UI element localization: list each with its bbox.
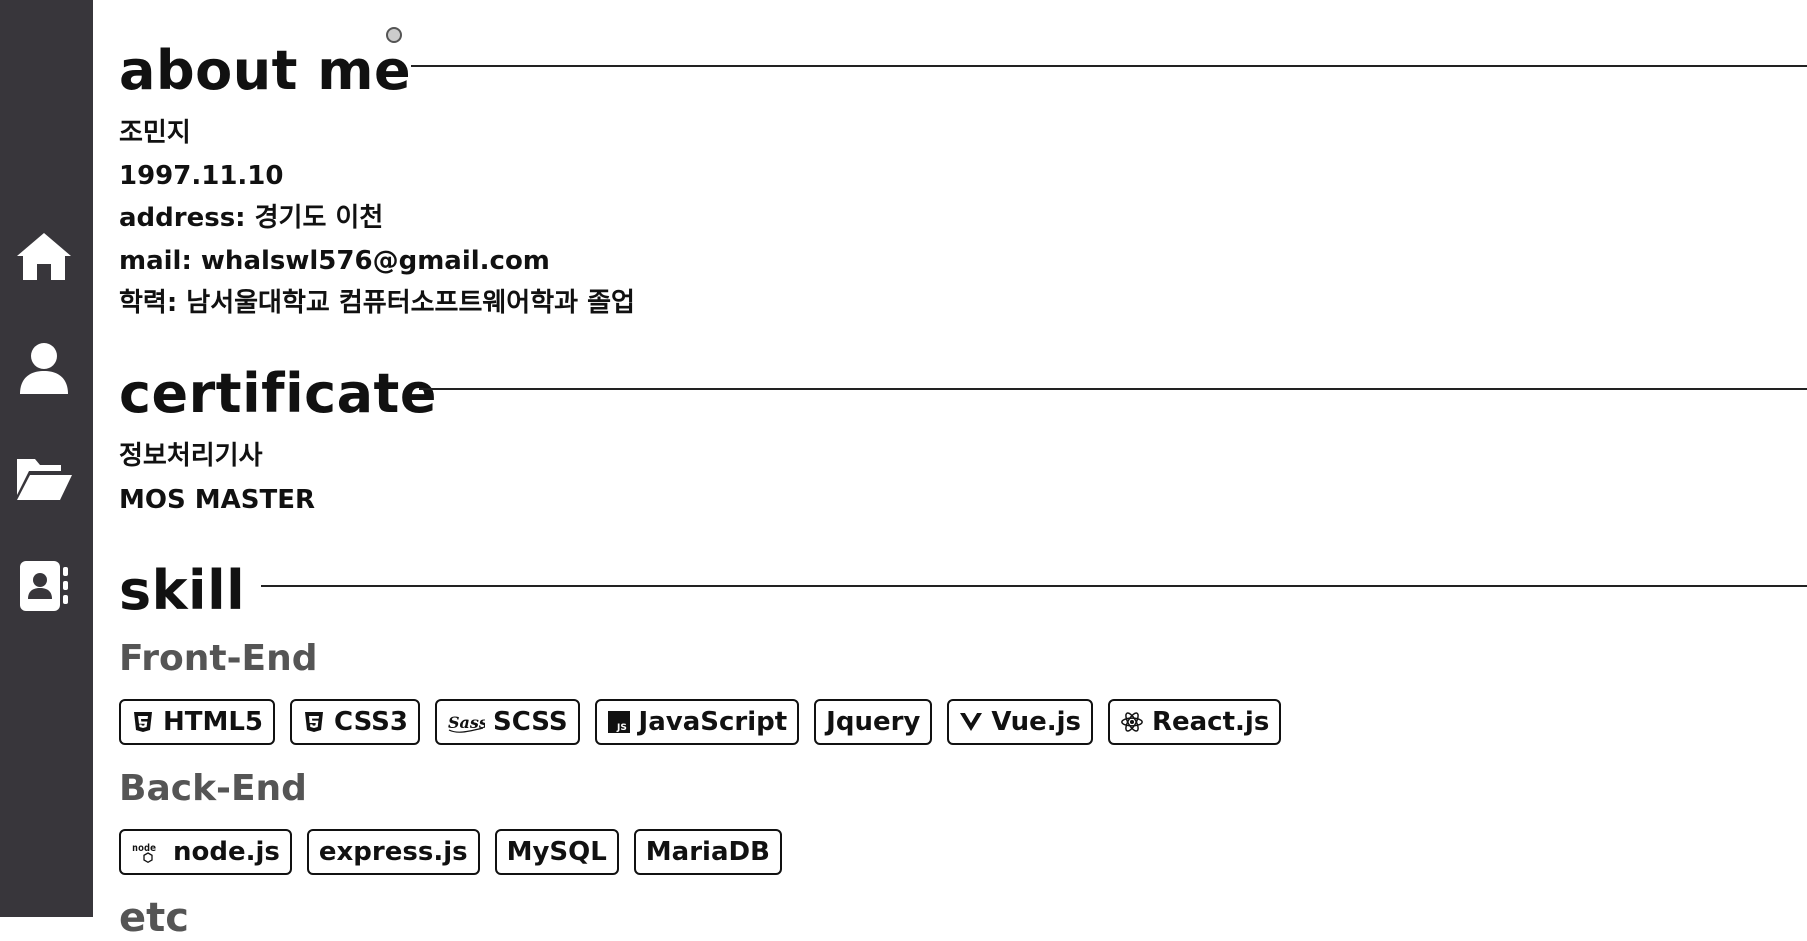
home-icon[interactable] — [14, 228, 74, 284]
certificate-item: MOS MASTER — [119, 487, 315, 513]
section-title-about: about me — [119, 44, 411, 98]
html5-icon — [131, 710, 155, 734]
skill-frontend-label: Front-End — [119, 641, 318, 677]
section-divider — [419, 388, 1807, 390]
section-divider — [261, 585, 1807, 587]
skill-chip-html5: HTML5 — [119, 699, 275, 745]
profile-mail: mail: whalswl576@gmail.com — [119, 248, 550, 274]
main-content: about me 조민지 1997.11.10 address: 경기도 이천 … — [119, 0, 1807, 917]
skill-chip-jquery: Jquery — [814, 699, 932, 745]
skill-backend-label: Back-End — [119, 771, 307, 807]
skill-chip-label: React.js — [1152, 707, 1269, 737]
profile-birthdate: 1997.11.10 — [119, 163, 283, 189]
skill-chip-label: express.js — [319, 837, 468, 867]
backend-skill-list: node node.js express.js MySQL MariaDB — [119, 829, 782, 875]
frontend-skill-list: HTML5 CSS3 Sass SCSS JS JavaScript Jquer… — [119, 699, 1281, 745]
folder-open-icon[interactable] — [14, 450, 74, 506]
vue-icon — [959, 710, 983, 734]
skill-chip-javascript: JS JavaScript — [595, 699, 800, 745]
section-title-skill: skill — [119, 564, 245, 618]
skill-chip-vue: Vue.js — [947, 699, 1093, 745]
skill-chip-react: React.js — [1108, 699, 1281, 745]
skill-chip-mariadb: MariaDB — [634, 829, 782, 875]
skill-chip-label: MySQL — [507, 837, 607, 867]
skill-chip-css3: CSS3 — [290, 699, 420, 745]
certificate-item: 정보처리기사 — [119, 443, 263, 469]
skill-chip-label: HTML5 — [163, 707, 263, 737]
skill-chip-label: node.js — [173, 837, 280, 867]
section-divider — [411, 65, 1807, 67]
skill-chip-label: MariaDB — [646, 837, 770, 867]
skill-chip-mysql: MySQL — [495, 829, 619, 875]
react-icon — [1120, 710, 1144, 734]
profile-address: address: 경기도 이천 — [119, 205, 383, 231]
javascript-icon: JS — [607, 710, 631, 734]
about-section-header: about me — [119, 40, 1807, 110]
certificate-section-header: certificate — [119, 363, 1807, 433]
css3-icon — [302, 710, 326, 734]
node-icon: node — [131, 840, 165, 864]
skill-chip-scss: Sass SCSS — [435, 699, 580, 745]
sidebar-nav — [0, 0, 93, 917]
skill-chip-label: Vue.js — [991, 707, 1081, 737]
skill-chip-label: JavaScript — [639, 707, 788, 737]
contact-book-icon[interactable] — [14, 558, 74, 614]
user-icon[interactable] — [14, 340, 74, 396]
skill-section-header: skill — [119, 560, 1807, 630]
profile-name: 조민지 — [119, 120, 191, 146]
svg-text:node: node — [132, 843, 156, 854]
skill-chip-label: CSS3 — [334, 707, 408, 737]
svg-text:JS: JS — [616, 723, 627, 733]
sass-icon: Sass — [447, 710, 485, 734]
skill-chip-node: node node.js — [119, 829, 292, 875]
skill-chip-express: express.js — [307, 829, 480, 875]
skill-chip-label: SCSS — [493, 707, 568, 737]
section-title-certificate: certificate — [119, 367, 437, 421]
skill-chip-label: Jquery — [826, 707, 920, 737]
skill-etc-label: etc — [119, 898, 189, 938]
profile-education: 학력: 남서울대학교 컴퓨터소프트웨어학과 졸업 — [119, 290, 635, 316]
